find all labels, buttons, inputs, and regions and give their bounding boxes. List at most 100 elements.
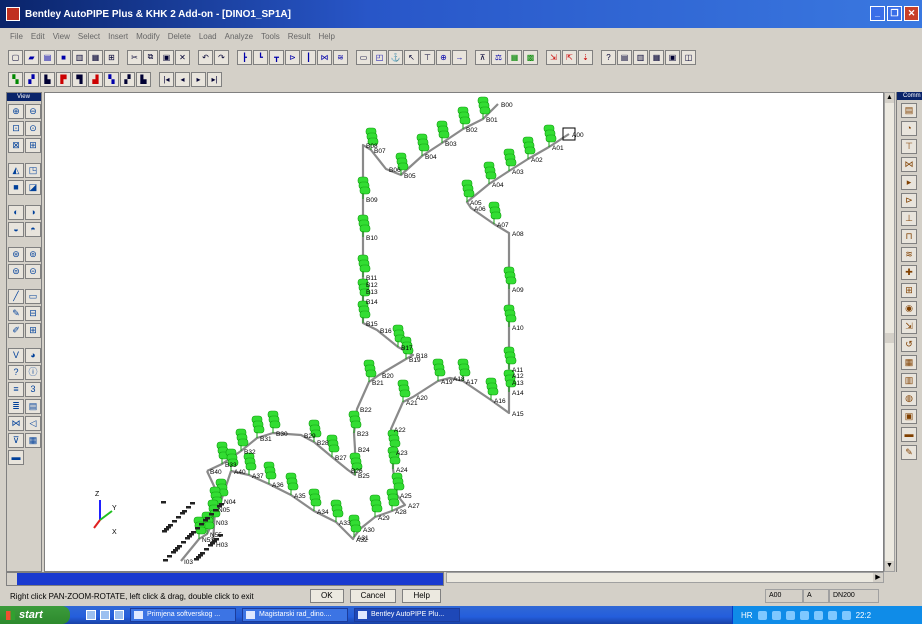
save-icon[interactable]: ■ (56, 49, 71, 65)
cmd-hanger-icon[interactable]: ⊓ (901, 229, 917, 244)
node-label-A29[interactable]: A29 (378, 515, 390, 522)
cut-icon[interactable]: ✂ (127, 49, 142, 65)
cmd-joint-icon[interactable]: ◍ (901, 391, 917, 406)
open-folder-icon[interactable]: ▰ (24, 49, 39, 65)
insert-bend-icon[interactable]: ┗ (253, 49, 268, 65)
menu-file[interactable]: File (10, 32, 23, 41)
support-B30[interactable] (267, 410, 281, 433)
three-d-icon[interactable]: 3 (25, 382, 41, 397)
node-label-A18[interactable]: A18 (453, 376, 465, 383)
node-label-A28[interactable]: A28 (395, 509, 407, 516)
tray-power-icon[interactable] (841, 610, 851, 620)
rotate-right-icon[interactable]: ◑ (25, 205, 41, 220)
piping-model[interactable]: B00B01B02B03B04B05B06B07B08B09B10B11B12B… (45, 93, 885, 573)
menu-result[interactable]: Result (288, 32, 311, 41)
node-label-B05[interactable]: B05 (404, 173, 416, 180)
query-icon[interactable]: ? (8, 365, 24, 380)
segment-icon[interactable]: ▭ (356, 49, 371, 65)
matrix-icon[interactable]: ▩ (523, 49, 538, 65)
node-label-B00[interactable]: B00 (501, 102, 513, 109)
tray-network-icon[interactable] (757, 610, 767, 620)
dynamic-icon[interactable]: ▟ (88, 71, 103, 87)
print-icon[interactable]: ▥ (72, 49, 87, 65)
cmd-spring-icon[interactable]: ≋ (901, 247, 917, 262)
node-label-A19[interactable]: A19 (441, 379, 453, 386)
cmd-nozzle-icon[interactable]: ◉ (901, 301, 917, 316)
node-label-A34[interactable]: A34 (317, 509, 329, 516)
node-label-A08[interactable]: A08 (512, 231, 524, 238)
code-check-icon[interactable]: ▤ (617, 49, 632, 65)
frame-icon[interactable]: ⊞ (25, 323, 41, 338)
pan-icon[interactable]: ⊛ (8, 247, 24, 262)
weight-icon[interactable]: ⚖ (491, 49, 506, 65)
ie-icon[interactable] (114, 610, 124, 620)
zoom-in-icon[interactable]: ⊕ (8, 104, 24, 119)
node-label-A40[interactable]: A40 (234, 469, 246, 476)
node-label-B16[interactable]: B16 (380, 328, 392, 335)
menu-select[interactable]: Select (78, 32, 100, 41)
ruler-icon[interactable]: ▬ (8, 450, 24, 465)
node-label-B01[interactable]: B01 (486, 117, 498, 124)
cmd-frame-icon[interactable]: ▣ (901, 409, 917, 424)
line-icon[interactable]: ╱ (8, 289, 24, 304)
node-label-B15[interactable]: B15 (366, 321, 378, 328)
funnel-icon[interactable]: ⊽ (8, 433, 24, 448)
support-A29[interactable] (369, 494, 383, 517)
pen-icon[interactable]: ✎ (8, 306, 24, 321)
shape-icon[interactable]: ◕ (25, 348, 41, 363)
support-B01[interactable] (477, 96, 491, 119)
properties-icon[interactable]: ⊞ (104, 49, 119, 65)
node-label-B21[interactable]: B21 (372, 380, 384, 387)
cmd-valve-icon[interactable]: ⋈ (901, 157, 917, 172)
menu-tools[interactable]: Tools (261, 32, 280, 41)
support-A31[interactable] (348, 514, 362, 537)
label-icon[interactable]: ▤ (25, 399, 41, 414)
task-primjena[interactable]: Primjena softverskog ... (130, 608, 236, 622)
node-label-A24[interactable]: A24 (396, 467, 408, 474)
support-A37[interactable] (243, 452, 257, 475)
scroll-down-icon[interactable]: ▼ (885, 561, 894, 571)
cmd-tee-icon[interactable]: ⊤ (901, 139, 917, 154)
results-icon[interactable]: ▦ (649, 49, 664, 65)
language-indicator[interactable]: HR (741, 611, 753, 620)
task-magistarski[interactable]: Magistarski rad_dino.... (242, 608, 348, 622)
cmd-wrench-icon[interactable]: ✎ (901, 445, 917, 460)
delete-icon[interactable]: ✕ (175, 49, 190, 65)
cmd-anchor-icon[interactable]: ✚ (901, 265, 917, 280)
cmd-pipe-icon[interactable]: ▤ (901, 103, 917, 118)
cmd-flange-icon[interactable]: ▸ (901, 175, 917, 190)
node-label-A14[interactable]: A14 (512, 390, 524, 397)
node-label-A23[interactable]: A23 (396, 450, 408, 457)
vertical-scrollbar[interactable]: ▲ ▼ (884, 92, 895, 572)
first-icon[interactable]: |◂ (159, 71, 174, 87)
support-A36[interactable] (263, 461, 277, 484)
node-label-B09[interactable]: B09 (366, 197, 378, 204)
insert-tee-icon[interactable]: ┳ (269, 49, 284, 65)
redo-icon[interactable]: ↷ (214, 49, 229, 65)
show-desktop-icon[interactable] (86, 610, 96, 620)
list-icon[interactable]: ≡ (8, 382, 24, 397)
node-label-A17[interactable]: A17 (466, 379, 478, 386)
tray-update-icon[interactable] (799, 610, 809, 620)
cmd-support-icon[interactable]: ⊥ (901, 211, 917, 226)
table-icon[interactable]: ⊟ (25, 306, 41, 321)
node-label-B20[interactable]: B20 (382, 373, 394, 380)
scroll-up-icon[interactable]: ▲ (885, 93, 894, 103)
node-label-A27[interactable]: A27 (408, 503, 420, 510)
node-label-A21[interactable]: A21 (406, 400, 418, 407)
rotate-down-icon[interactable]: ◓ (25, 222, 41, 237)
restore-button[interactable]: ❐ (887, 6, 902, 21)
zoom-previous-icon[interactable]: ⊙ (25, 121, 41, 136)
flip-icon[interactable]: ◁ (25, 416, 41, 431)
model-canvas[interactable]: B00 B01 B02 B03 B04 B05 B06 B07 B08 B09 B10 B11 B12 B… (44, 92, 884, 572)
last-icon[interactable]: ▸| (207, 71, 222, 87)
node-label-A04[interactable]: A04 (492, 182, 504, 189)
menu-modify[interactable]: Modify (136, 32, 160, 41)
node-label-A09[interactable]: A09 (512, 287, 524, 294)
node-label-B29[interactable]: B29 (304, 433, 316, 440)
zoom-all-icon[interactable]: ⊠ (8, 138, 24, 153)
node-label-B02[interactable]: B02 (466, 127, 478, 134)
cmd-beam-icon[interactable]: ▬ (901, 427, 917, 442)
open-model-icon[interactable]: ▤ (40, 49, 55, 65)
cmd-moment-icon[interactable]: ↺ (901, 337, 917, 352)
